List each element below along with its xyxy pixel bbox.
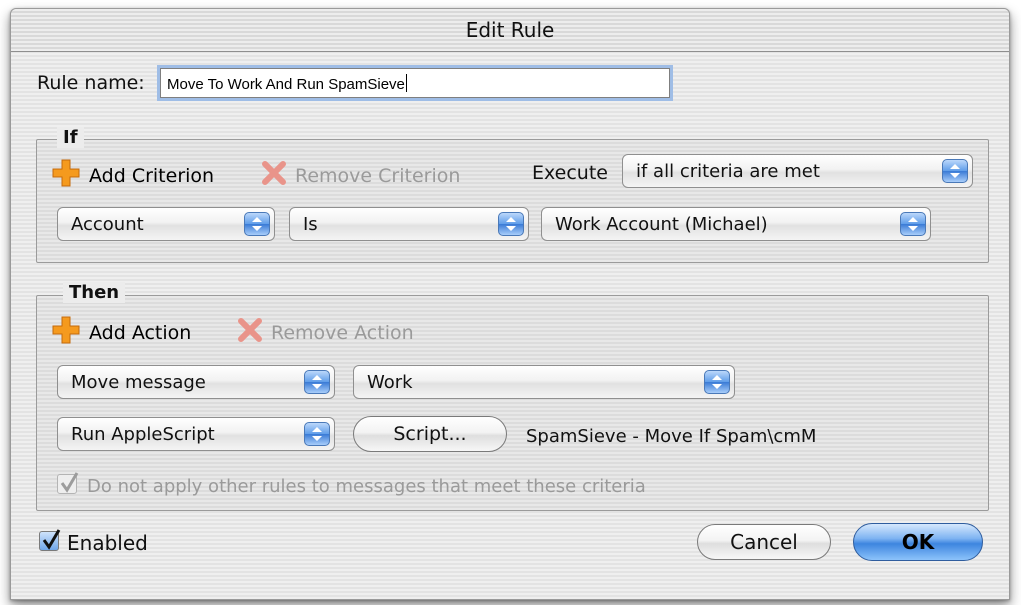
add-action-label: Add Action xyxy=(89,321,192,344)
checkmark-icon xyxy=(60,472,79,493)
criterion-value-value: Work Account (Michael) xyxy=(555,214,768,235)
updown-arrows-icon xyxy=(900,212,926,236)
script-button[interactable]: Script... xyxy=(353,416,507,452)
checkmark-icon xyxy=(42,529,61,550)
criterion-value-popup[interactable]: Work Account (Michael) xyxy=(541,207,931,241)
enabled-checkbox[interactable] xyxy=(39,529,61,551)
execute-popup[interactable]: if all criteria are met xyxy=(622,154,973,188)
remove-action-label: Remove Action xyxy=(271,321,414,344)
rule-name-value: Move To Work And Run SpamSieve xyxy=(167,76,405,93)
updown-arrows-icon xyxy=(942,159,968,183)
updown-arrows-icon xyxy=(304,422,330,446)
stop-rules-label: Do not apply other rules to messages tha… xyxy=(87,476,646,497)
window-title: Edit Rule xyxy=(465,18,555,42)
action2-type-popup[interactable]: Run AppleScript xyxy=(57,417,335,451)
remove-criterion-label: Remove Criterion xyxy=(295,164,461,187)
criterion-operator-popup[interactable]: Is xyxy=(289,207,529,241)
updown-arrows-icon xyxy=(704,370,730,394)
updown-arrows-icon xyxy=(244,212,270,236)
then-group-title: Then xyxy=(63,282,126,303)
add-criterion-label: Add Criterion xyxy=(89,164,215,187)
execute-label: Execute xyxy=(532,162,608,184)
action2-type-value: Run AppleScript xyxy=(71,424,215,445)
x-icon xyxy=(237,317,263,348)
rule-name-input[interactable]: Move To Work And Run SpamSieve xyxy=(160,68,670,98)
plus-icon xyxy=(51,158,81,193)
text-caret xyxy=(405,74,407,92)
x-icon xyxy=(261,160,287,191)
criterion-operator-value: Is xyxy=(303,214,318,235)
remove-action-button[interactable]: Remove Action xyxy=(237,317,414,348)
stop-rules-checkbox[interactable] xyxy=(57,472,79,494)
title-bar[interactable]: Edit Rule xyxy=(11,9,1009,52)
updown-arrows-icon xyxy=(304,370,330,394)
criterion-field-popup[interactable]: Account xyxy=(57,207,275,241)
rule-name-label: Rule name: xyxy=(37,72,145,94)
remove-criterion-button[interactable]: Remove Criterion xyxy=(261,160,460,191)
criterion-field-value: Account xyxy=(71,214,144,235)
action1-type-popup[interactable]: Move message xyxy=(57,365,335,399)
enabled-label: Enabled xyxy=(67,531,148,555)
cancel-button[interactable]: Cancel xyxy=(697,524,831,560)
edit-rule-dialog: Edit Rule Rule name: Move To Work And Ru… xyxy=(10,8,1010,600)
action1-type-value: Move message xyxy=(71,372,206,393)
action1-target-value: Work xyxy=(367,372,413,393)
ok-button[interactable]: OK xyxy=(853,523,983,561)
add-criterion-button[interactable]: Add Criterion xyxy=(51,158,214,193)
script-name: SpamSieve - Move If Spam\cmM xyxy=(526,426,817,447)
execute-value: if all criteria are met xyxy=(636,161,820,182)
plus-icon xyxy=(51,315,81,350)
add-action-button[interactable]: Add Action xyxy=(51,315,191,350)
if-group-title: If xyxy=(57,127,84,148)
updown-arrows-icon xyxy=(498,212,524,236)
action1-target-popup[interactable]: Work xyxy=(353,365,735,399)
